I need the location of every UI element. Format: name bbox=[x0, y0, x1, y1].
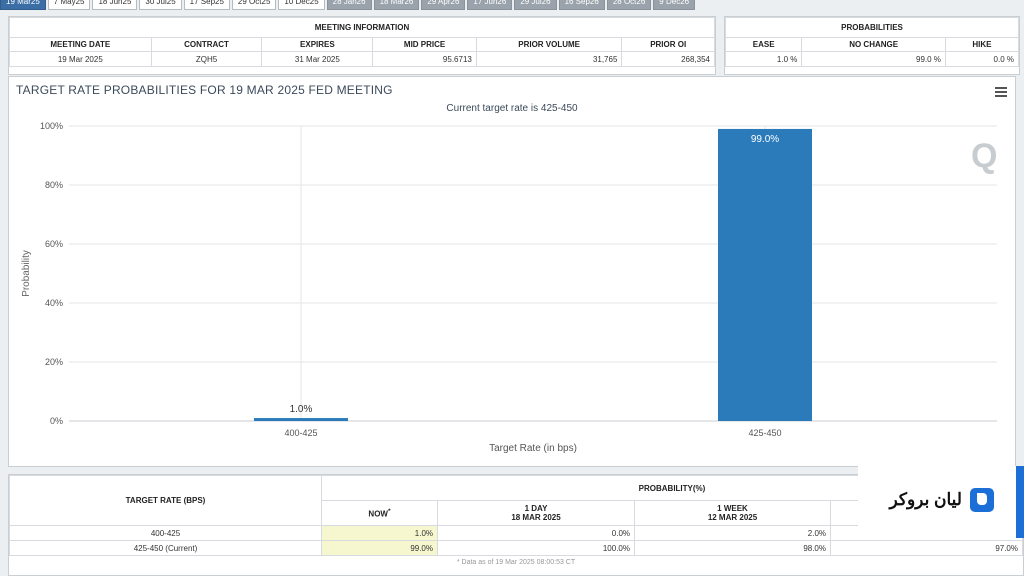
no-change-value: 99.0 % bbox=[801, 51, 946, 67]
y-tick-label: 0% bbox=[50, 416, 63, 426]
bar bbox=[718, 128, 812, 421]
tab-meeting-11[interactable]: 29 Jul26 bbox=[514, 0, 557, 10]
tab-meeting-10[interactable]: 17 Jun26 bbox=[467, 0, 513, 10]
tab-meeting-3[interactable]: 30 Jul25 bbox=[139, 0, 182, 10]
meeting-information-panel: MEETING INFORMATION MEETING DATE CONTRAC… bbox=[8, 16, 716, 75]
bar-data-label: 99.0% bbox=[751, 134, 779, 145]
tab-meeting-13[interactable]: 28 Oct26 bbox=[606, 0, 652, 10]
col-ease: EASE bbox=[724, 37, 803, 52]
prior-volume-value: 31,765 bbox=[475, 51, 623, 67]
tab-meeting-1[interactable]: 7 May25 bbox=[47, 0, 91, 10]
now-cell: 1.0% bbox=[321, 525, 438, 541]
brand-watermark: لیان بروکر bbox=[858, 466, 1024, 538]
y-tick-label: 40% bbox=[45, 298, 63, 308]
col-1-day: 1 DAY 18 MAR 2025 bbox=[437, 500, 635, 526]
meeting-tabs: 19 Mar25 7 May25 18 Jun25 30 Jul25 17 Sep25 2… bbox=[0, 0, 1024, 10]
col-target-rate: TARGET RATE (BPS) bbox=[9, 475, 322, 526]
brand-name: لیان بروکر bbox=[889, 490, 963, 509]
brand-logo-icon bbox=[970, 488, 994, 512]
tab-meeting-12[interactable]: 16 Sep26 bbox=[558, 0, 605, 10]
mid-price-value: 95.6713 bbox=[372, 51, 477, 67]
tab-meeting-8[interactable]: 18 Mar26 bbox=[373, 0, 420, 10]
col-contract: CONTRACT bbox=[150, 37, 263, 52]
hike-value: 0.0 % bbox=[944, 51, 1020, 67]
meeting-date-value: 19 Mar 2025 bbox=[9, 51, 152, 67]
x-tick-label: 425-450 bbox=[748, 428, 781, 438]
col-1-week: 1 WEEK 12 MAR 2025 bbox=[634, 500, 831, 526]
probabilities-title: PROBABILITIES bbox=[725, 17, 1019, 38]
tab-meeting-6[interactable]: 10 Dec25 bbox=[278, 0, 325, 10]
y-tick-label: 60% bbox=[45, 239, 63, 249]
probability-bar-chart: 0% 20% 40% 60% 80% 100% 1.0% 400-425 99.0% 425-45… bbox=[21, 121, 997, 454]
now-cell: 99.0% bbox=[321, 540, 438, 556]
tab-meeting-4[interactable]: 17 Sep25 bbox=[183, 0, 230, 10]
expires-value: 31 Mar 2025 bbox=[261, 51, 374, 67]
brand-accent-bar bbox=[1016, 466, 1024, 538]
col-meeting-date: MEETING DATE bbox=[9, 37, 152, 52]
probabilities-panel: PROBABILITIES EASE NO CHANGE HIKE 1.0 % … bbox=[724, 16, 1020, 75]
col-hike: HIKE bbox=[944, 37, 1020, 52]
col-mid-price: MID PRICE bbox=[372, 37, 477, 52]
prior-oi-value: 268,354 bbox=[621, 51, 715, 67]
col-now: NOW* bbox=[321, 500, 438, 526]
tab-meeting-2[interactable]: 18 Jun25 bbox=[92, 0, 138, 10]
tab-meeting-0[interactable]: 19 Mar25 bbox=[0, 0, 46, 10]
col-no-change: NO CHANGE bbox=[801, 37, 946, 52]
day-cell: 100.0% bbox=[437, 540, 635, 556]
data-timestamp-note: * Data as of 19 Mar 2025 08:00:53 CT bbox=[456, 559, 576, 566]
meeting-information-title: MEETING INFORMATION bbox=[9, 17, 715, 38]
now-footnote-mark: * bbox=[387, 507, 391, 515]
ease-value: 1.0 % bbox=[724, 51, 803, 67]
x-tick-label: 400-425 bbox=[284, 428, 317, 438]
tab-meeting-5[interactable]: 29 Oct25 bbox=[231, 0, 277, 10]
bar bbox=[254, 418, 348, 421]
tab-meeting-14[interactable]: 9 Dec26 bbox=[653, 0, 696, 10]
rate-cell: 425-450 (Current) bbox=[9, 540, 322, 556]
y-tick-label: 80% bbox=[45, 180, 63, 190]
chart-panel: TARGET RATE PROBABILITIES FOR 19 MAR 202… bbox=[8, 76, 1016, 467]
col-prior-volume: PRIOR VOLUME bbox=[475, 37, 623, 52]
tab-meeting-7[interactable]: 28 Jan26 bbox=[326, 0, 372, 10]
bar-data-label: 1.0% bbox=[290, 404, 313, 415]
rate-cell: 400-425 bbox=[9, 525, 322, 541]
col-expires: EXPIRES bbox=[261, 37, 374, 52]
y-axis-title: Probability bbox=[21, 250, 32, 297]
y-tick-label: 100% bbox=[40, 121, 63, 131]
tab-meeting-9[interactable]: 29 Apr26 bbox=[421, 0, 466, 10]
month-cell: 97.0% bbox=[830, 540, 1023, 556]
week-cell: 98.0% bbox=[634, 540, 831, 556]
x-axis-title: Target Rate (in bps) bbox=[489, 443, 577, 454]
y-tick-label: 20% bbox=[45, 357, 63, 367]
table-row: 425-450 (Current) 99.0% 100.0% 98.0% 97.… bbox=[9, 540, 1023, 556]
contract-value: ZQH5 bbox=[150, 51, 263, 67]
week-cell: 2.0% bbox=[634, 525, 831, 541]
col-prior-oi: PRIOR OI bbox=[621, 37, 715, 52]
day-cell: 0.0% bbox=[437, 525, 635, 541]
